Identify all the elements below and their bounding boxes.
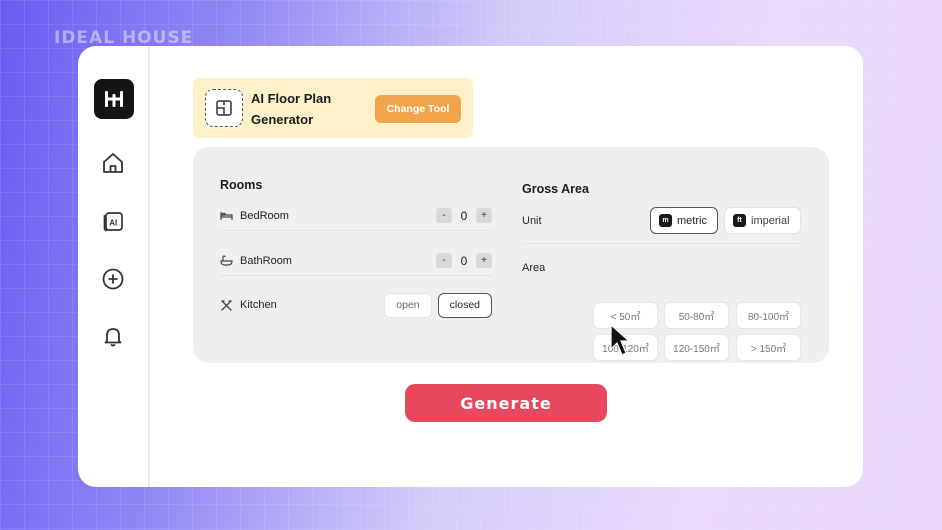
bedroom-decrement-button[interactable]: - [436,208,452,223]
area-option-50-80[interactable]: 50-80㎡ [664,302,729,329]
unit-imperial-button[interactable]: ft imperial [724,207,801,234]
kitchen-closed-option[interactable]: closed [437,292,492,318]
main-card: AI AI Floor Plan Generator Change Tool R… [78,46,863,487]
logo-icon [105,91,123,107]
area-option-80-100[interactable]: 80-100㎡ [736,302,801,329]
bed-icon [220,209,234,223]
metric-badge-icon: m [659,214,672,227]
tool-banner: AI Floor Plan Generator Change Tool [193,78,473,138]
bathroom-count: 0 [460,253,468,268]
bedroom-row: BedRoom - 0 + [220,201,492,231]
bedroom-label: BedRoom [240,209,289,222]
kitchen-open-option[interactable]: open [384,292,432,318]
generate-button[interactable]: Generate [405,384,607,422]
kitchen-row: Kitchen open closed [220,290,492,320]
area-option-gt150[interactable]: > 150㎡ [736,334,801,361]
bedroom-count: 0 [460,208,468,223]
brand-watermark: IDEAL HOUSE [54,28,194,48]
change-tool-button[interactable]: Change Tool [375,95,461,123]
unit-metric-button[interactable]: m metric [650,207,718,234]
unit-metric-label: metric [677,214,707,227]
floor-plan-icon [205,89,243,127]
ai-icon[interactable]: AI [100,208,126,234]
area-option-120-150[interactable]: 120-150㎡ [664,334,729,361]
gross-area-title: Gross Area [522,182,589,196]
unit-label: Unit [522,215,542,227]
area-label: Area [522,262,546,274]
rooms-title: Rooms [220,178,263,192]
options-panel: Rooms BedRoom - 0 + BathRoom - 0 + Kitch… [193,147,829,363]
svg-text:AI: AI [109,219,117,228]
imperial-badge-icon: ft [733,214,746,227]
bathtub-icon [220,254,234,268]
tool-name: AI Floor Plan Generator [251,91,332,127]
bathroom-increment-button[interactable]: + [476,253,492,268]
bathroom-decrement-button[interactable]: - [436,253,452,268]
unit-imperial-label: imperial [751,214,790,227]
bathroom-row: BathRoom - 0 + [220,246,492,276]
sidebar: AI [78,46,150,487]
utensils-icon [220,298,234,312]
bell-icon[interactable] [100,323,126,349]
logo-mark[interactable] [94,79,134,119]
home-icon[interactable] [100,150,126,176]
bedroom-increment-button[interactable]: + [476,208,492,223]
gross-area-divider [522,243,801,244]
kitchen-label: Kitchen [240,299,277,311]
mouse-cursor-icon [610,324,631,356]
bathroom-label: BathRoom [240,254,292,267]
plus-circle-icon[interactable] [100,266,126,292]
